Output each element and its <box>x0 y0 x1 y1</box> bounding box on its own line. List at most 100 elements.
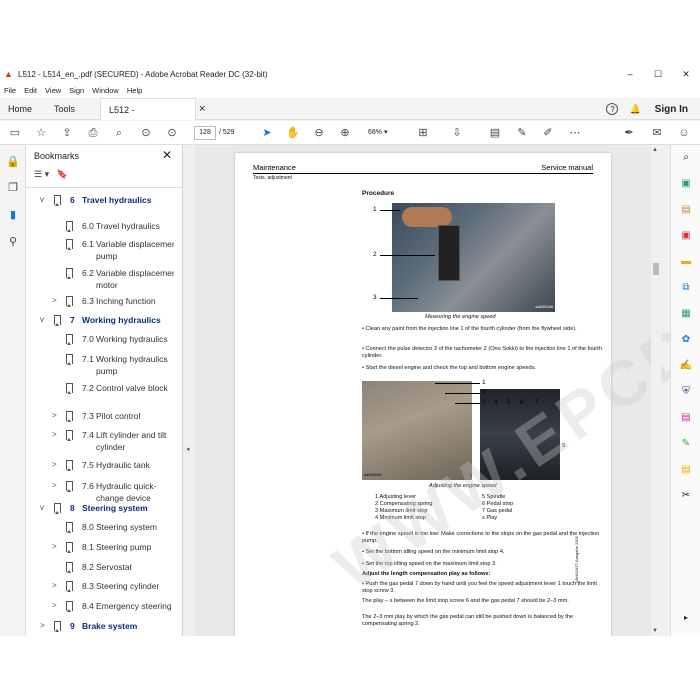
page-up-icon[interactable]: ⊙ <box>139 126 153 140</box>
collapse-rail-icon[interactable]: ▸ <box>679 611 693 625</box>
procedure-heading: Procedure <box>362 190 395 197</box>
comment-tool-icon[interactable]: ▬ <box>679 255 693 269</box>
draw-icon[interactable]: ✐ <box>541 126 555 140</box>
more-tools-rail-icon[interactable]: ✂ <box>679 489 693 503</box>
sign-in-button[interactable]: Sign In <box>655 104 688 115</box>
scroll-up-icon[interactable]: ▲ <box>652 147 658 153</box>
zoom-out-icon[interactable]: ⊖ <box>312 126 326 140</box>
bullet-7: • Push the gas pedal 7 down by hand unti… <box>362 581 597 594</box>
menu-file[interactable]: File <box>0 84 20 98</box>
search-icon[interactable]: ⌕ <box>112 126 126 140</box>
bookmark-options-icon[interactable]: ☰ ▾ 🔖 <box>34 169 68 180</box>
close-panel-icon[interactable]: ✕ <box>162 148 172 162</box>
compress-icon[interactable]: ✿ <box>679 333 693 347</box>
scan-icon[interactable]: ✎ <box>679 437 693 451</box>
minimize-button[interactable]: – <box>616 64 644 84</box>
fit-page-icon[interactable]: ⊞ <box>416 126 430 140</box>
menu-help[interactable]: Help <box>123 84 146 98</box>
create-pdf-icon[interactable]: ▣ <box>679 229 693 243</box>
maximize-button[interactable]: ☐ <box>644 64 672 84</box>
document-scrollbar[interactable]: ▲ ▼ <box>651 145 661 636</box>
save-icon[interactable]: ▭ <box>8 126 22 140</box>
scroll-thumb[interactable] <box>653 263 659 275</box>
bookmark-flag-icon <box>54 195 61 206</box>
bookmark-flag-icon <box>66 481 73 492</box>
menu-bar: File Edit View Sign Window Help <box>0 84 700 98</box>
lock-icon[interactable]: 🔒 <box>6 155 20 169</box>
bookmark-flag-icon <box>66 296 73 307</box>
bell-icon[interactable]: 🔔 <box>629 104 640 115</box>
zoom-in-icon[interactable]: ⊕ <box>338 126 352 140</box>
chevron-right-icon[interactable]: > <box>40 620 48 632</box>
chevron-right-icon[interactable]: > <box>52 429 60 441</box>
bookmark-item[interactable]: 6.1 Variable displacement pump <box>26 238 174 268</box>
scroll-mode-icon[interactable]: ⇩ <box>450 126 464 140</box>
fill-sign-icon[interactable]: ✍ <box>679 359 693 373</box>
right-tools-rail: ⌕ ▣ ▤ ▣ ▬ ⧉ ▦ ✿ ✍ ⛨ ▤ ✎ ▤ ✂ ▸ <box>670 145 700 636</box>
bookmark-flag-icon <box>66 268 73 279</box>
bookmark-item[interactable]: >7.4 Lift cylinder and tilt cylinder <box>26 429 171 459</box>
photo2-code: sa630049 <box>364 472 382 477</box>
chevron-down-icon[interactable]: v <box>40 194 48 206</box>
edit-pdf-icon[interactable]: ▤ <box>679 203 693 217</box>
zoom-search-icon[interactable]: ⌕ <box>679 151 693 165</box>
page-down-icon[interactable]: ⊙ <box>165 126 179 140</box>
page-number-input[interactable]: 128 <box>194 126 216 140</box>
bookmark-label: Control valve block <box>96 383 168 393</box>
tab-home[interactable]: Home <box>0 98 40 120</box>
bookmark-flag-icon <box>66 601 73 612</box>
help-icon[interactable]: ? <box>606 103 619 115</box>
bookmark-item[interactable]: 7.2 Control valve block <box>26 382 171 412</box>
chevron-down-icon[interactable]: v <box>40 314 48 326</box>
send-for-signature-icon[interactable]: ▤ <box>679 411 693 425</box>
tab-document[interactable]: L512 - L514_en_.p... <box>100 98 196 137</box>
collapse-panel-handle[interactable]: ◂ <box>183 145 195 636</box>
close-tab-icon[interactable]: × <box>199 103 205 115</box>
acrobat-window: ▲ L512 - L514_en_.pdf (SECURED) - Adobe … <box>0 64 700 636</box>
attachment-icon[interactable]: ⚲ <box>6 235 20 249</box>
select-cursor-icon[interactable]: ➤ <box>260 126 274 140</box>
hand-tool-icon[interactable]: ✋ <box>286 126 300 140</box>
menu-window[interactable]: Window <box>88 84 123 98</box>
bookmark-flag-icon <box>66 430 73 441</box>
zoom-select[interactable]: 68% ▾ <box>364 126 402 140</box>
scroll-down-icon[interactable]: ▼ <box>652 628 658 634</box>
upload-icon[interactable]: ⇪ <box>60 126 74 140</box>
account-icon[interactable]: ☺ <box>677 126 691 140</box>
prepare-form-icon[interactable]: ▤ <box>679 463 693 477</box>
chevron-right-icon[interactable]: > <box>52 410 60 422</box>
bookmark-item[interactable]: 7.1 Working hydraulics pump <box>26 353 171 383</box>
print-icon[interactable]: ⎙ <box>86 126 100 140</box>
callout-2: 2 <box>373 251 377 258</box>
more-tools-icon[interactable]: ⋯ <box>568 126 582 140</box>
bookmark-icon[interactable]: ▮ <box>6 208 20 222</box>
highlight-icon[interactable]: ✎ <box>515 126 529 140</box>
menu-sign[interactable]: Sign <box>65 84 88 98</box>
tab-tools[interactable]: Tools <box>46 98 83 120</box>
bookmark-section[interactable]: >9 Brake system <box>26 620 171 636</box>
close-window-button[interactable]: ✕ <box>672 64 700 84</box>
chevron-down-icon[interactable]: v <box>40 502 48 514</box>
bookmark-flag-icon <box>54 503 61 514</box>
comment-icon[interactable]: ▤ <box>488 126 502 140</box>
bookmark-flag-icon <box>66 221 73 232</box>
combine-files-icon[interactable]: ⧉ <box>679 281 693 295</box>
export-pdf-icon[interactable]: ▣ <box>679 177 693 191</box>
menu-edit[interactable]: Edit <box>20 84 41 98</box>
pages-icon[interactable]: ❐ <box>6 181 20 195</box>
organize-pages-icon[interactable]: ▦ <box>679 307 693 321</box>
pdf-page: Maintenance Service manual Tests, adjust… <box>235 153 700 636</box>
star-icon[interactable]: ☆ <box>34 126 48 140</box>
chevron-right-icon[interactable]: > <box>52 480 60 492</box>
chevron-right-icon[interactable]: > <box>52 541 60 553</box>
chevron-right-icon[interactable]: > <box>52 295 60 307</box>
chevron-right-icon[interactable]: > <box>52 580 60 592</box>
protect-icon[interactable]: ⛨ <box>679 385 693 399</box>
bookmark-item[interactable]: 6.2 Variable displacement motor <box>26 267 174 297</box>
bookmark-flag-icon <box>66 581 73 592</box>
chevron-right-icon[interactable]: > <box>52 600 60 612</box>
sign-icon[interactable]: ✒ <box>622 126 636 140</box>
chevron-right-icon[interactable]: > <box>52 459 60 471</box>
menu-view[interactable]: View <box>41 84 65 98</box>
mail-icon[interactable]: ✉ <box>650 126 664 140</box>
